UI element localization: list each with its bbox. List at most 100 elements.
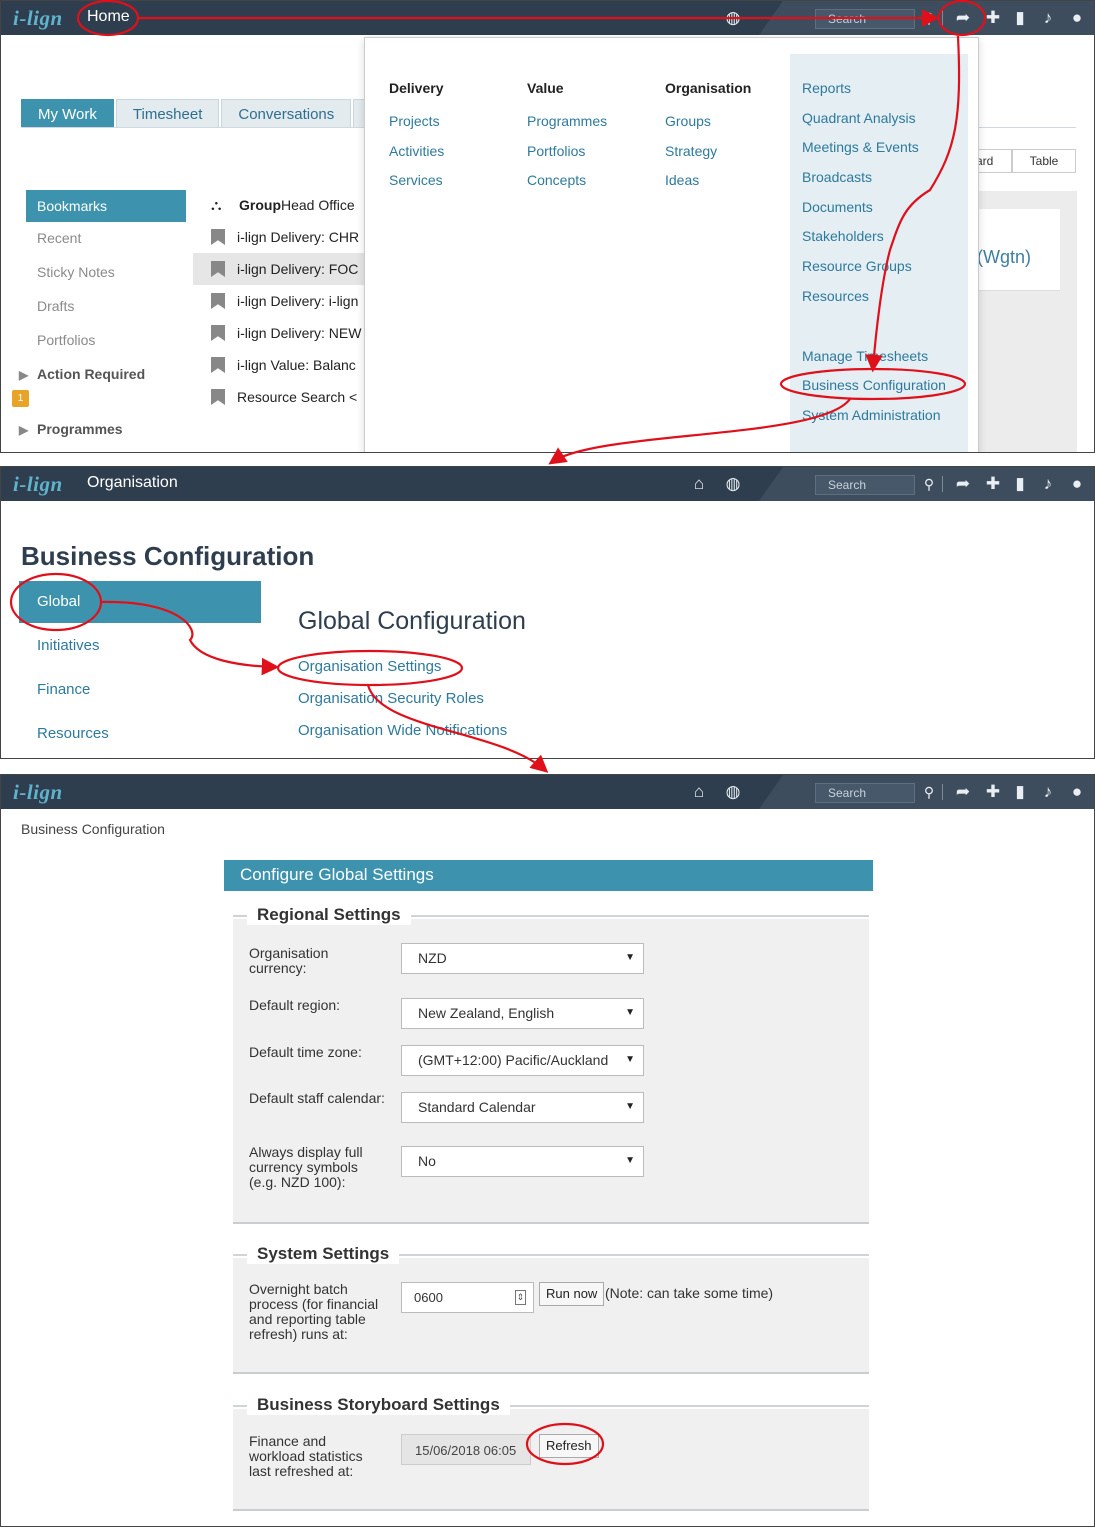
top-navbar: i-lign Organisation ⌂ ◍ Search ⚲ ➦ ✚ ▮ ♪… <box>1 467 1094 501</box>
search-icon[interactable]: ⚲ <box>918 8 940 28</box>
user-icon[interactable]: ● <box>1066 8 1088 28</box>
select-value: No <box>418 1153 436 1169</box>
home-icon[interactable]: ⌂ <box>688 474 710 494</box>
link-organisation-security-roles[interactable]: Organisation Security Roles <box>298 690 526 722</box>
menu-link-strategy[interactable]: Strategy <box>665 143 751 173</box>
menu-heading-value: Value <box>527 80 564 96</box>
menu-link-ideas[interactable]: Ideas <box>665 172 751 202</box>
refresh-button[interactable]: Refresh <box>539 1434 599 1458</box>
bookmark-label: i-lign Delivery: CHR <box>237 229 360 245</box>
globe-icon[interactable]: ◍ <box>722 782 744 802</box>
menu-link-documents[interactable]: Documents <box>802 199 968 229</box>
sidebar-item-global[interactable]: Global <box>19 581 261 623</box>
globe-icon[interactable]: ◍ <box>722 474 744 494</box>
search-input[interactable]: Search <box>815 9 915 29</box>
field-label: Default time zone: <box>249 1044 362 1060</box>
menu-link-stakeholders[interactable]: Stakeholders <box>802 228 968 258</box>
currency-select[interactable]: NZD ▼ <box>401 943 644 974</box>
sidebar-item-resources[interactable]: Resources <box>19 711 261 755</box>
bookmark-icon[interactable]: ▮ <box>1009 8 1031 28</box>
menu-link-groups[interactable]: Groups <box>665 113 751 143</box>
bell-icon[interactable]: ♪ <box>1037 474 1059 494</box>
sidebar-item-portfolios[interactable]: Portfolios <box>26 324 186 358</box>
menu-link-quadrant-analysis[interactable]: Quadrant Analysis <box>802 110 968 140</box>
bookmark-row[interactable]: i-lign Value: Balanc <box>193 349 368 381</box>
bookmark-icon[interactable]: ▮ <box>1009 782 1031 802</box>
bookmark-icon <box>211 389 225 405</box>
bookmark-icon[interactable]: ▮ <box>1009 474 1031 494</box>
link-organisation-wide-notifications[interactable]: Organisation Wide Notifications <box>298 722 526 754</box>
tab-conversations[interactable]: Conversations <box>221 99 352 128</box>
region-select[interactable]: New Zealand, English ▼ <box>401 998 644 1029</box>
menu-heading-organisation: Organisation <box>665 80 752 96</box>
bookmark-row[interactable]: Resource Search < <box>193 381 368 413</box>
plus-icon[interactable]: ✚ <box>982 782 1004 802</box>
bookmark-label: i-lign Delivery: i-lign <box>237 293 359 309</box>
time-zone-select[interactable]: (GMT+12:00) Pacific/Auckland ▼ <box>401 1045 644 1076</box>
menu-column-value: Value Programmes Portfolios Concepts <box>527 80 607 202</box>
menu-link-meetings-events[interactable]: Meetings & Events <box>802 139 968 169</box>
globe-icon[interactable]: ◍ <box>722 8 744 28</box>
bookmark-row-group[interactable]: ⛬ Group Head Office <box>193 189 368 221</box>
menu-link-reports[interactable]: Reports <box>802 80 968 110</box>
dropdown-arrow-icon: ▼ <box>625 1054 635 1065</box>
menu-link-resource-groups[interactable]: Resource Groups <box>802 258 968 288</box>
top-navbar: i-lign Home ◍ Search ⚲ ➦ ✚ ▮ ♪ ● <box>1 1 1094 35</box>
bell-icon[interactable]: ♪ <box>1037 782 1059 802</box>
menu-link-programmes[interactable]: Programmes <box>527 113 607 143</box>
menu-link-projects[interactable]: Projects <box>389 113 444 143</box>
top-navbar: i-lign ⌂ ◍ Search ⚲ ➦ ✚ ▮ ♪ ● <box>1 775 1094 809</box>
sidebar-item-finance[interactable]: Finance <box>19 667 261 711</box>
search-input[interactable]: Search <box>815 783 915 803</box>
staff-calendar-select[interactable]: Standard Calendar ▼ <box>401 1092 644 1123</box>
system-settings-fieldset: System Settings Overnight batch process … <box>233 1244 869 1374</box>
user-icon[interactable]: ● <box>1066 782 1088 802</box>
page-label: Organisation <box>87 474 178 491</box>
menu-link-portfolios[interactable]: Portfolios <box>527 143 607 173</box>
currency-symbols-select[interactable]: No ▼ <box>401 1146 644 1177</box>
bookmark-row[interactable]: i-lign Delivery: CHR <box>193 221 368 253</box>
share-arrow-icon[interactable]: ➦ <box>952 474 974 494</box>
sidebar-item-action-required[interactable]: ▶ Action Required <box>19 358 186 392</box>
bell-icon[interactable]: ♪ <box>1037 8 1059 28</box>
share-arrow-icon[interactable]: ➦ <box>952 8 974 28</box>
tab-my-work[interactable]: My Work <box>21 99 114 128</box>
view-toggle-table[interactable]: Table <box>1012 149 1076 173</box>
bookmark-row[interactable]: i-lign Delivery: i-lign <box>193 285 368 317</box>
sidebar-item-bookmarks[interactable]: Bookmarks <box>26 190 186 222</box>
link-organisation-settings[interactable]: Organisation Settings <box>298 658 526 690</box>
programmes-label: Programmes <box>37 421 123 437</box>
sidebar-item-programmes[interactable]: ▶ Programmes <box>19 413 186 447</box>
sidebar-item-recent[interactable]: Recent <box>26 222 186 256</box>
navigation-mega-menu: Delivery Projects Activities Services Va… <box>364 37 979 452</box>
menu-link-activities[interactable]: Activities <box>389 143 444 173</box>
spinner-icon[interactable]: ⇕ <box>515 1290 526 1305</box>
configure-global-settings-panel: i-lign ⌂ ◍ Search ⚲ ➦ ✚ ▮ ♪ ● Business C… <box>0 774 1095 1527</box>
search-input[interactable]: Search <box>815 475 915 495</box>
home-icon[interactable]: ⌂ <box>688 782 710 802</box>
bookmark-row[interactable]: i-lign Delivery: FOC <box>193 253 368 285</box>
run-now-button[interactable]: Run now <box>539 1282 605 1306</box>
plus-icon[interactable]: ✚ <box>982 8 1004 28</box>
sidebar-item-initiatives[interactable]: Initiatives <box>19 623 261 667</box>
bookmark-row[interactable]: i-lign Delivery: NEW <box>193 317 368 349</box>
tab-timesheet[interactable]: Timesheet <box>115 99 220 128</box>
search-icon[interactable]: ⚲ <box>918 474 940 494</box>
bookmark-label: i-lign Delivery: FOC <box>237 261 359 277</box>
menu-link-concepts[interactable]: Concepts <box>527 172 607 202</box>
sidebar-item-drafts[interactable]: Drafts <box>26 290 186 324</box>
field-label: Default region: <box>249 997 341 1013</box>
menu-link-manage-timesheets[interactable]: Manage Timesheets <box>802 348 968 378</box>
menu-link-system-administration[interactable]: System Administration <box>802 407 968 437</box>
menu-link-broadcasts[interactable]: Broadcasts <box>802 169 968 199</box>
user-icon[interactable]: ● <box>1066 474 1088 494</box>
batch-time-input[interactable]: 0600 ⇕ <box>401 1282 534 1313</box>
breadcrumb[interactable]: Business Configuration <box>21 821 165 837</box>
menu-link-services[interactable]: Services <box>389 172 444 202</box>
sidebar-item-sticky-notes[interactable]: Sticky Notes <box>26 256 186 290</box>
search-icon[interactable]: ⚲ <box>918 782 940 802</box>
menu-link-business-configuration[interactable]: Business Configuration <box>802 377 968 407</box>
plus-icon[interactable]: ✚ <box>982 474 1004 494</box>
menu-link-resources[interactable]: Resources <box>802 288 968 318</box>
share-arrow-icon[interactable]: ➦ <box>952 782 974 802</box>
